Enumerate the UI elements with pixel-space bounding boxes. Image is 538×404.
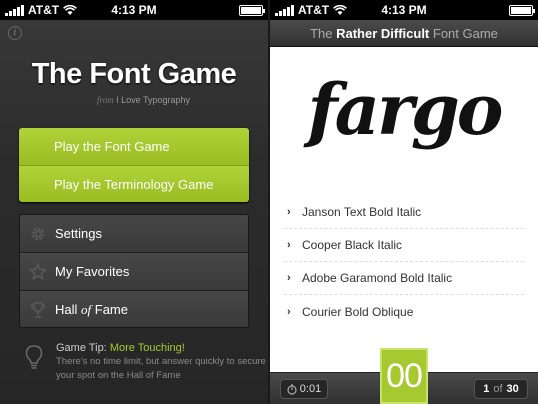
carrier-label: AT&T — [28, 3, 60, 17]
chevron-right-icon: › — [287, 305, 291, 318]
signal-icon — [275, 4, 294, 16]
header-title: The Rather Difficult Font Game — [270, 20, 538, 47]
battery-icon — [239, 4, 265, 16]
trophy-icon — [20, 301, 55, 319]
question-counter: 1 of 30 — [474, 379, 528, 399]
wifi-icon — [63, 4, 78, 15]
chevron-right-icon: › — [287, 239, 291, 251]
chevron-right-icon: › — [287, 206, 291, 218]
timer-value: 0:01 — [299, 383, 322, 395]
hall-of-fame-label: Hall of Fame — [55, 302, 128, 317]
wifi-icon — [333, 4, 348, 15]
status-bar: AT&T 4:13 PM — [270, 0, 538, 20]
game-tip: Game Tip: More Touching! There's no time… — [56, 341, 266, 383]
play-terminology-game-button[interactable]: Play the Terminology Game — [19, 165, 249, 202]
byline: from I Love Typography — [96, 95, 190, 105]
my-favorites-button[interactable]: My Favorites — [20, 253, 248, 291]
chevron-right-icon: › — [287, 272, 291, 284]
my-favorites-label: My Favorites — [55, 264, 130, 279]
answer-option[interactable]: › Courier Bold Oblique — [284, 295, 524, 328]
stopwatch-icon — [287, 383, 297, 395]
menu-list: Settings My Favorites Hall of Fame — [19, 214, 249, 328]
answer-option[interactable]: › Janson Text Bold Italic — [284, 196, 524, 229]
star-icon — [20, 262, 55, 281]
play-font-game-button[interactable]: Play the Font Game — [19, 128, 249, 165]
status-time: 4:13 PM — [381, 3, 427, 17]
status-time: 4:13 PM — [111, 3, 157, 17]
timer: 0:01 — [280, 379, 328, 399]
game-screen: AT&T 4:13 PM The Rather Difficult Font G… — [270, 0, 538, 404]
answer-option[interactable]: › Cooper Black Italic — [284, 229, 524, 262]
lightbulb-icon — [25, 345, 43, 369]
main-menu-screen: AT&T 4:13 PM i The Font Game from I Love… — [0, 0, 268, 404]
battery-icon — [509, 4, 535, 16]
play-buttons: Play the Font Game Play the Terminology … — [19, 128, 249, 202]
score-display: 00 — [380, 348, 428, 404]
settings-label: Settings — [55, 226, 102, 241]
signal-icon — [5, 4, 24, 16]
info-icon[interactable]: i — [8, 26, 22, 40]
hall-of-fame-button[interactable]: Hall of Fame — [20, 291, 248, 327]
game-tip-title: Game Tip: More Touching! — [56, 342, 185, 354]
carrier-label: AT&T — [298, 3, 330, 17]
gear-icon — [20, 225, 55, 243]
answer-list: › Janson Text Bold Italic › Cooper Black I… — [284, 196, 524, 328]
settings-button[interactable]: Settings — [20, 215, 248, 253]
status-bar: AT&T 4:13 PM — [0, 0, 268, 20]
answer-option[interactable]: › Adobe Garamond Bold Italic — [284, 262, 524, 295]
app-title: The Font Game — [31, 58, 237, 90]
game-tip-body: There's no time limit, but answer quickl… — [56, 356, 266, 381]
font-specimen: fargo — [307, 68, 504, 151]
